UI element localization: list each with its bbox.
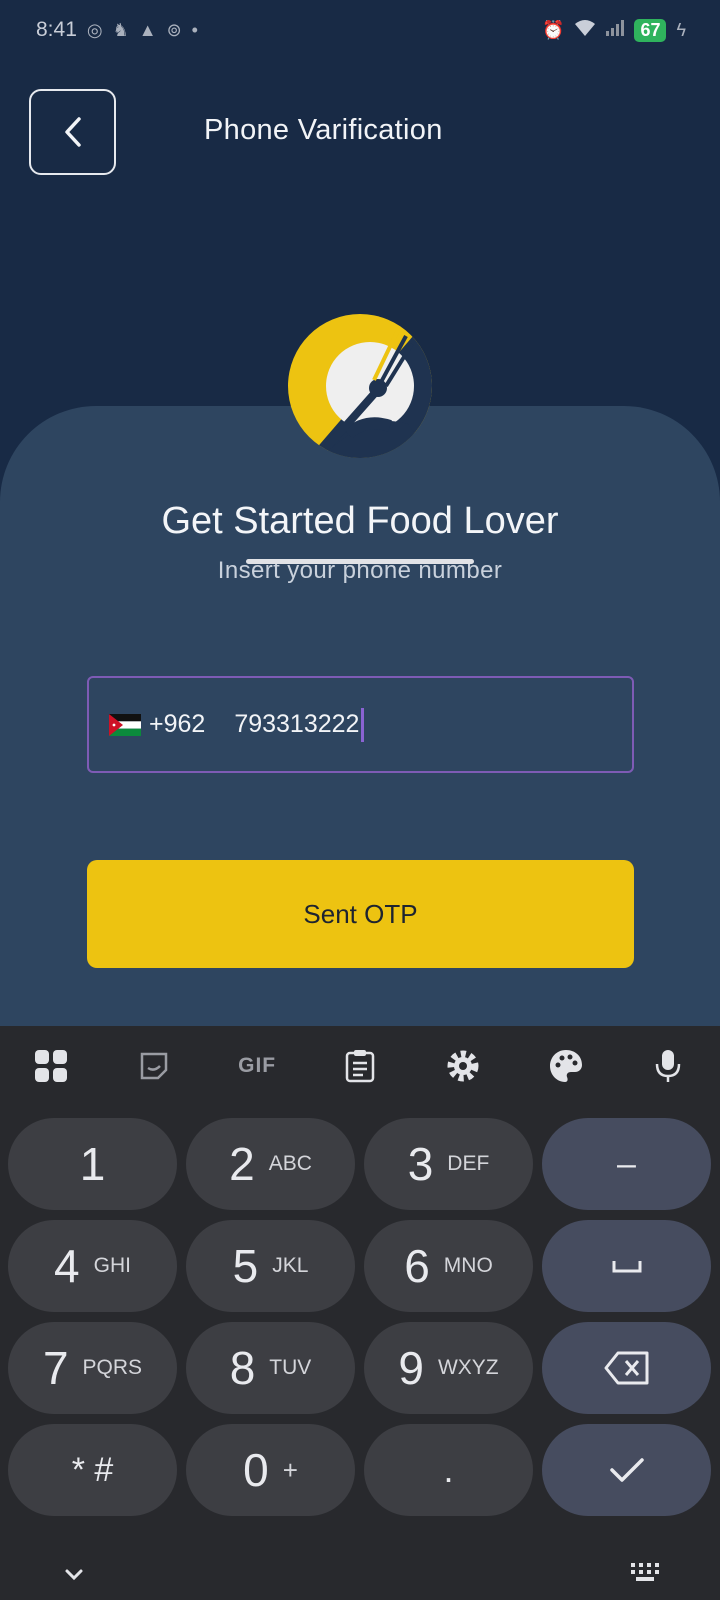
key-7[interactable]: 7 PQRS <box>8 1322 177 1414</box>
signal-icon <box>606 19 625 41</box>
settings-icon[interactable] <box>443 1046 483 1086</box>
chevron-left-icon <box>64 117 81 147</box>
palette-icon[interactable] <box>546 1046 586 1086</box>
apps-icon[interactable] <box>31 1046 71 1086</box>
gif-button[interactable]: GIF <box>237 1046 277 1086</box>
key-star-hash[interactable]: * # <box>8 1424 177 1516</box>
key-period[interactable]: . <box>364 1424 533 1516</box>
gesture-nav-handle[interactable] <box>246 559 474 564</box>
country-code[interactable]: +962 <box>149 710 205 739</box>
status-bar: 8:41 ◎ ♞ ▲ ⊚ • ⏰ 67 ϟ <box>0 0 720 60</box>
phone-input[interactable]: +962 793313222 <box>87 676 634 773</box>
page-title: Phone Varification <box>204 114 443 146</box>
key-5[interactable]: 5 JKL <box>186 1220 355 1312</box>
welcome-title: Get Started Food Lover <box>161 500 559 542</box>
keyboard-bottom-bar <box>0 1546 720 1600</box>
key-9[interactable]: 9 WXYZ <box>364 1322 533 1414</box>
hide-keyboard-icon[interactable] <box>64 1568 84 1582</box>
alarm-icon: ⏰ <box>542 19 565 40</box>
battery-indicator: 67 <box>634 18 667 42</box>
status-right: ⏰ 67 ϟ <box>542 18 686 42</box>
key-3[interactable]: 3 DEF <box>364 1118 533 1210</box>
phone-number-value[interactable]: 793313222 <box>234 710 359 739</box>
alert-icon: ▲ <box>138 19 157 40</box>
status-time: 8:41 <box>36 18 77 41</box>
charging-icon: ϟ <box>676 19 686 40</box>
key-1[interactable]: 1 <box>8 1118 177 1210</box>
dot-icon: • <box>191 19 198 40</box>
key-done[interactable] <box>542 1424 711 1516</box>
keyboard-switch-icon[interactable] <box>630 1562 660 1584</box>
key-8[interactable]: 8 TUV <box>186 1322 355 1414</box>
numeric-keyboard: GIF 1 2 ABC 3 DEF – 4 GHI 5 JKL 6 MNO 7 PQRS 8… <box>0 1026 720 1600</box>
snapchat-icon: ♞ <box>112 19 129 40</box>
text-cursor <box>361 707 365 742</box>
wifi-icon <box>574 19 596 42</box>
key-backspace[interactable] <box>542 1322 711 1414</box>
microphone-icon[interactable] <box>648 1046 688 1086</box>
app-logo <box>288 314 432 458</box>
key-4[interactable]: 4 GHI <box>8 1220 177 1312</box>
back-button[interactable] <box>29 89 116 175</box>
checkmark-icon <box>609 1458 644 1482</box>
instagram-icon: ◎ <box>86 19 103 40</box>
key-6[interactable]: 6 MNO <box>364 1220 533 1312</box>
jordan-flag-icon[interactable] <box>109 713 141 736</box>
clipboard-icon[interactable] <box>340 1046 380 1086</box>
key-minus[interactable]: – <box>542 1118 711 1210</box>
space-icon <box>612 1261 641 1273</box>
key-2[interactable]: 2 ABC <box>186 1118 355 1210</box>
key-0[interactable]: 0 + <box>186 1424 355 1516</box>
key-space[interactable] <box>542 1220 711 1312</box>
vpn-icon: ⊚ <box>166 19 182 40</box>
backspace-icon <box>604 1351 648 1385</box>
keyboard-toolbar: GIF <box>0 1026 720 1106</box>
send-otp-button[interactable]: Sent OTP <box>87 860 634 968</box>
status-left: 8:41 ◎ ♞ ▲ ⊚ • <box>36 18 198 42</box>
sticker-icon[interactable] <box>134 1046 174 1086</box>
